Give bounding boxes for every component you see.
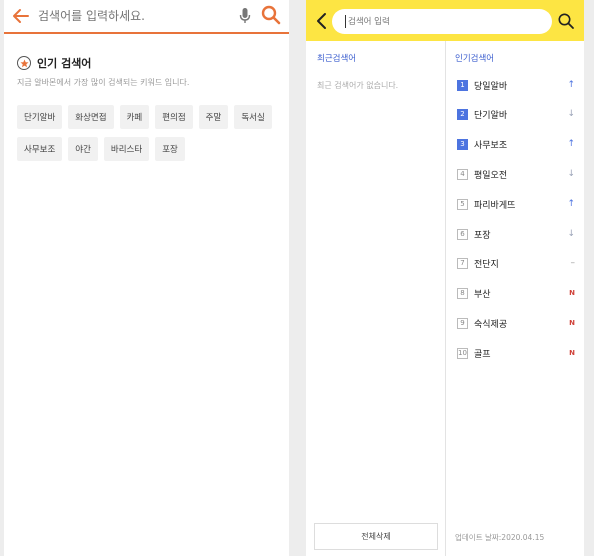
keyword-chip[interactable]: 포장 [155,137,185,161]
trend-up-icon: ↑ [567,80,575,90]
ranking-item[interactable]: 5 파리바게뜨 ↑ [457,197,575,211]
trend-down-icon: ↓ [567,169,575,179]
trend-new-icon: N [569,289,575,297]
popular-heading: 인기 검색어 [17,55,91,71]
popular-title: 인기 검색어 [37,57,92,70]
trend-new-icon: N [569,349,575,357]
left-search-screen: 인기 검색어 지금 알바몬에서 가장 많이 검색되는 키워드 입니다. 단기알바… [4,0,289,556]
rank-keyword: 포장 [474,230,491,241]
rank-keyword: 부산 [474,289,491,300]
keyword-chip[interactable]: 주말 [198,105,229,129]
ranking-item[interactable]: 6 포장 ↓ [457,227,575,241]
ranking-item[interactable]: 2 단기알바 ↓ [457,107,575,121]
keyword-chip[interactable]: 편의점 [155,105,193,129]
popular-subtitle: 지금 알바몬에서 가장 많이 검색되는 키워드 입니다. [17,78,190,87]
star-icon [17,56,31,70]
rank-number: 10 [457,347,468,359]
rank-keyword: 평일오전 [474,170,508,181]
ranking-item[interactable]: 9 숙식제공 N [457,316,575,330]
ranking-item[interactable]: 1 당일알바 ↑ [457,78,575,92]
text-cursor [345,15,346,28]
keyword-chip[interactable]: 화상면접 [68,105,114,129]
back-arrow-icon[interactable] [12,6,30,26]
recent-empty-message: 최근 검색어가 없습니다. [317,81,399,90]
search-input[interactable] [348,14,538,29]
keyword-chip[interactable]: 야간 [68,137,98,161]
column-divider [445,41,446,556]
trend-up-icon: ↑ [567,199,575,209]
ranking-item[interactable]: 7 전단지 – [457,256,575,270]
rank-number: 4 [457,168,468,180]
rank-keyword: 전단지 [474,259,499,270]
rank-keyword: 골프 [474,349,491,360]
trend-new-icon: N [569,319,575,327]
rank-number: 2 [457,108,468,120]
trend-down-icon: ↓ [567,229,575,239]
keyword-chip[interactable]: 카페 [119,105,150,129]
rank-keyword: 파리바게뜨 [474,200,516,211]
rank-keyword: 단기알바 [474,110,508,121]
keyword-chip[interactable]: 바리스타 [103,137,150,161]
search-icon[interactable] [260,4,282,26]
rank-number: 9 [457,317,468,329]
rank-keyword: 숙식제공 [474,319,508,330]
trend-down-icon: ↓ [567,109,575,119]
update-date: 업데이트 날짜:2020.04.15 [455,533,545,542]
delete-all-button[interactable]: 전체삭제 [314,523,438,550]
rank-keyword: 당일알바 [474,81,508,92]
back-chevron-icon[interactable] [315,12,327,30]
rank-number: 5 [457,198,468,210]
ranking-item[interactable]: 10 골프 N [457,346,575,360]
ranking-item[interactable]: 4 평일오전 ↓ [457,167,575,181]
keyword-chip[interactable]: 독서실 [234,105,272,129]
rank-number: 7 [457,257,468,269]
search-field[interactable] [332,9,552,34]
recent-searches-title: 최근검색어 [317,54,357,64]
rank-number: 6 [457,228,468,240]
ranking-item[interactable]: 8 부산 N [457,286,575,300]
keyword-chips: 단기알바 화상면접 카페 편의점 주말 독서실 사무보조 야간 바리스타 포장 [17,105,277,161]
trend-up-icon: ↑ [567,139,575,149]
keyword-chip[interactable]: 사무보조 [17,137,63,161]
ranking-item[interactable]: 3 사무보조 ↑ [457,137,575,151]
search-bar [4,0,289,34]
trend-same-icon: – [570,258,576,268]
keyword-chip[interactable]: 단기알바 [17,105,63,129]
rank-keyword: 사무보조 [474,140,508,151]
rank-number: 8 [457,287,468,299]
ranking-title: 인기검색어 [455,54,495,64]
right-search-screen: 최근검색어 최근 검색어가 없습니다. 전체삭제 인기검색어 1 당일알바 ↑ … [306,0,584,556]
rank-number: 1 [457,79,468,91]
microphone-icon[interactable] [238,6,252,26]
search-input[interactable] [38,7,228,25]
rank-number: 3 [457,138,468,150]
search-icon[interactable] [557,12,575,30]
search-header [306,0,584,41]
